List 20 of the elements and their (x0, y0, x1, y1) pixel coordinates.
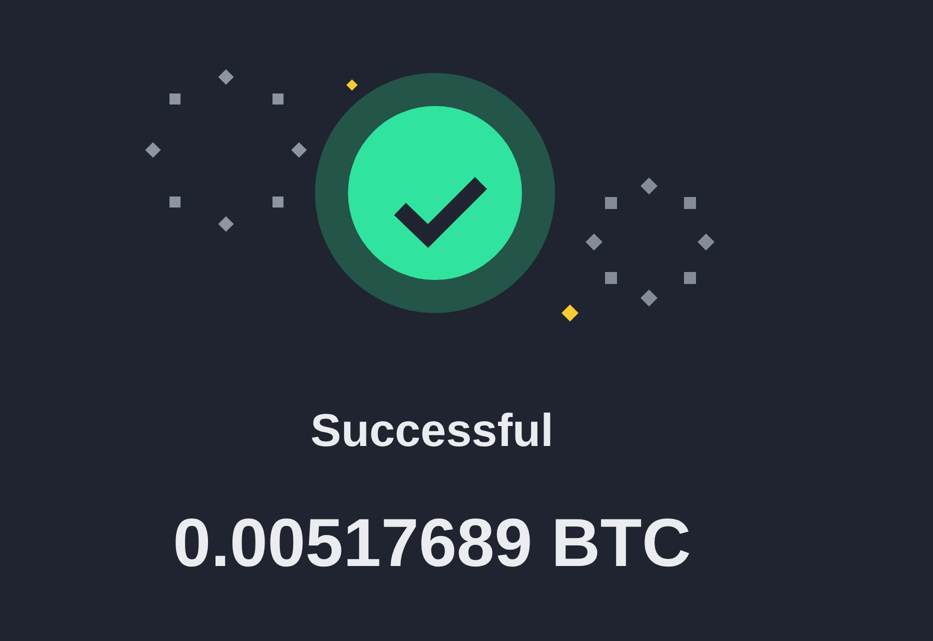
status-title: Successful (310, 403, 554, 458)
square-confetti-icon (605, 197, 617, 209)
square-confetti-icon (272, 196, 284, 208)
diamond-confetti-icon (698, 234, 714, 250)
diamond-confetti-icon (145, 142, 161, 158)
diamond-confetti-icon (640, 178, 658, 194)
square-confetti-icon (684, 272, 696, 284)
square-confetti-icon (170, 94, 180, 104)
diamond-confetti-icon (586, 234, 602, 250)
diamond-confetti-icon (218, 69, 234, 85)
diamond-confetti-icon (346, 79, 358, 91)
diamond-confetti-icon (218, 216, 234, 232)
square-confetti-icon (605, 272, 617, 284)
square-confetti-icon (684, 197, 696, 209)
square-confetti-icon (272, 94, 284, 104)
diamond-confetti-icon (562, 304, 578, 322)
diamond-confetti-icon (291, 142, 307, 158)
diamond-confetti-icon (640, 290, 658, 306)
square-confetti-icon (170, 196, 180, 208)
amount-text: 0.00517689 BTC (173, 504, 691, 584)
